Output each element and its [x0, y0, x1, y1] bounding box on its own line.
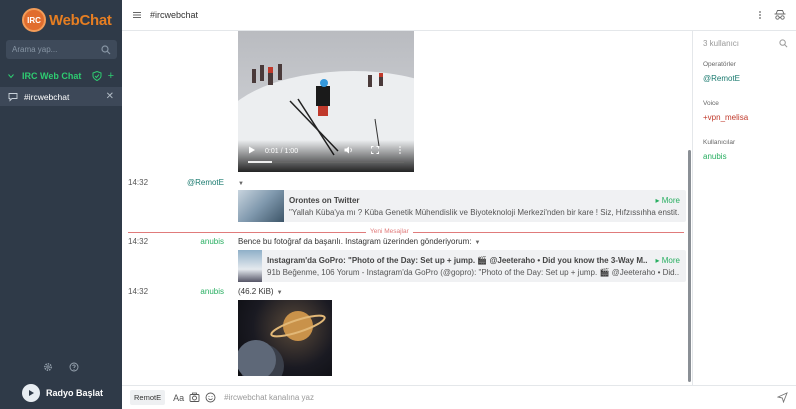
message-nick[interactable]: anubis: [200, 287, 224, 296]
message-row: 14:32 anubis Bence bu fotoğraf da başarı…: [122, 237, 682, 247]
emoji-icon[interactable]: [205, 392, 216, 403]
video-player[interactable]: 0:01 / 1:00: [238, 31, 414, 172]
menu-icon[interactable]: [132, 10, 142, 20]
message-text: Bence bu fotoğraf da başarılı. Instagram…: [238, 237, 480, 246]
help-icon[interactable]: [69, 362, 79, 372]
search-icon[interactable]: [779, 39, 788, 48]
messages-scrollbar[interactable]: [688, 150, 691, 382]
radio-start[interactable]: Radyo Başlat: [22, 384, 103, 402]
message-time: 14:32: [128, 178, 149, 187]
user-anubis[interactable]: anubis: [703, 152, 727, 161]
divider-label: Yeni Mesajlar: [366, 228, 413, 235]
sidebar-search[interactable]: Arama yap...: [6, 40, 117, 59]
fullscreen-icon[interactable]: [371, 146, 379, 154]
user-count: 3 kullanıcı: [703, 39, 740, 48]
sidebar-network[interactable]: IRC Web Chat +: [0, 66, 122, 85]
group-title-voice: Voice: [703, 100, 719, 107]
message-nick[interactable]: @RemotE: [187, 178, 224, 187]
incognito-icon[interactable]: [774, 9, 786, 21]
logo-badge: IRC: [22, 8, 46, 32]
message-caret[interactable]: ▼: [238, 178, 244, 187]
user-remote[interactable]: @RemotE: [703, 74, 740, 83]
play-icon[interactable]: [22, 384, 40, 402]
user-vpn-melisa[interactable]: +vpn_melisa: [703, 113, 748, 122]
logo-text: WebChat: [49, 11, 112, 29]
search-icon[interactable]: [101, 44, 111, 55]
video-progress[interactable]: [248, 161, 404, 163]
message-list: 0:01 / 1:00 14:32 @RemotE ▼ Orontes on T…: [122, 31, 688, 385]
search-input[interactable]: Arama yap...: [12, 45, 101, 54]
image-row: [122, 300, 682, 376]
channel-label: #ircwebchat: [24, 91, 70, 102]
image-thumbnail[interactable]: [238, 300, 332, 376]
more-options-icon[interactable]: [756, 10, 764, 20]
shield-icon: [92, 70, 102, 81]
play-icon[interactable]: [248, 146, 256, 154]
more-label: More: [661, 256, 680, 265]
camera-icon[interactable]: [189, 392, 200, 403]
message-input-bar: RemotE Aa: [122, 385, 796, 409]
sidebar-item-ircwebchat[interactable]: #ircwebchat ✕: [0, 87, 122, 106]
add-channel-icon[interactable]: +: [108, 70, 114, 81]
preview-description: 91b Beğenme, 106 Yorum - Instagram'da Go…: [267, 268, 679, 277]
chevron-down-icon[interactable]: [8, 73, 14, 79]
message-caret[interactable]: ▼: [474, 240, 480, 246]
send-icon[interactable]: [777, 392, 788, 403]
volume-icon[interactable]: [344, 146, 353, 154]
video-options-icon[interactable]: [398, 146, 402, 154]
message-input[interactable]: [224, 393, 777, 402]
preview-more-link[interactable]: ▸ More: [656, 196, 680, 205]
message-row: 14:32 @RemotE ▼: [122, 178, 682, 188]
chat-bubble-icon: [8, 92, 18, 102]
channel-header: #ircwebchat: [122, 0, 796, 31]
user-list: 3 kullanıcı Operatörler @RemotE Voice +v…: [692, 31, 796, 385]
app-logo[interactable]: IRC WebChat: [22, 8, 112, 32]
text-format-icon[interactable]: Aa: [173, 393, 184, 403]
network-label: IRC Web Chat: [22, 70, 82, 81]
radio-label: Radyo Başlat: [46, 388, 104, 398]
sidebar-tools: [43, 362, 79, 372]
preview-title: Orontes on Twitter: [289, 196, 360, 205]
preview-description: "Yallah Küba'ya mı ? Küba Genetik Mühend…: [289, 208, 679, 217]
link-preview[interactable]: Orontes on Twitter "Yallah Küba'ya mı ? …: [238, 190, 686, 222]
video-time: 0:01 / 1:00: [265, 148, 299, 155]
group-title-operators: Operatörler: [703, 61, 736, 68]
message-row: 14:32 anubis (46.2 KiB) ▼: [122, 287, 682, 297]
link-preview[interactable]: Instagram'da GoPro: "Photo of the Day: S…: [238, 250, 686, 282]
close-icon[interactable]: ✕: [106, 91, 114, 102]
message-nick[interactable]: anubis: [200, 237, 224, 246]
message-text: (46.2 KiB) ▼: [238, 287, 283, 296]
preview-title: Instagram'da GoPro: "Photo of the Day: S…: [267, 256, 647, 265]
message-caret[interactable]: ▼: [277, 290, 283, 296]
channel-title: #ircwebchat: [150, 10, 199, 20]
own-nick-button[interactable]: RemotE: [130, 390, 166, 405]
gear-icon[interactable]: [43, 362, 53, 372]
message-time: 14:32: [128, 287, 149, 296]
preview-thumbnail: [238, 250, 262, 282]
preview-more-link[interactable]: ▸ More: [656, 256, 680, 265]
preview-thumbnail: [238, 190, 284, 222]
message-body: Bence bu fotoğraf da başarılı. Instagram…: [238, 237, 472, 246]
sidebar: IRC WebChat Arama yap... IRC Web Chat + …: [0, 0, 122, 409]
media-row: 0:01 / 1:00: [122, 31, 682, 172]
message-time: 14:32: [128, 237, 149, 246]
more-label: More: [661, 196, 680, 205]
file-size: (46.2 KiB): [238, 287, 274, 296]
main-area: #ircwebchat 0:01 / 1:00 14:32 @RemotE ▼ …: [122, 0, 796, 409]
group-title-users: Kullanıcılar: [703, 139, 736, 146]
